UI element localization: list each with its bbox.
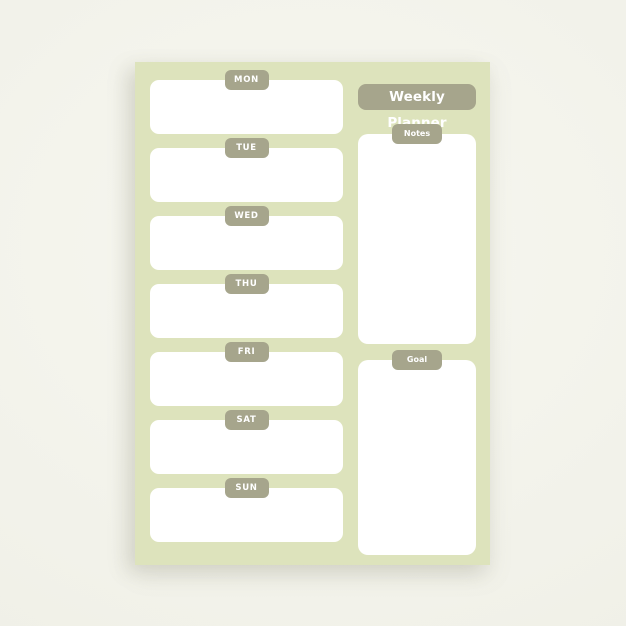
notes-panel: Notes xyxy=(358,124,476,344)
day-label-thu: THU xyxy=(224,274,269,294)
side-column: Weekly Planner Notes Goal xyxy=(358,62,476,565)
notes-entry-box[interactable] xyxy=(358,134,476,344)
goal-panel: Goal xyxy=(358,350,476,555)
day-label-sat: SAT xyxy=(224,410,269,430)
day-label-wed: WED xyxy=(224,206,269,226)
day-label-mon: MON xyxy=(224,70,269,90)
page-title: Weekly Planner xyxy=(358,84,476,131)
day-label-sun: SUN xyxy=(224,478,269,498)
day-label-fri: FRI xyxy=(224,342,269,362)
goal-entry-box[interactable] xyxy=(358,360,476,555)
planner-sheet: MON TUE WED THU FRI SAT SUN Weekly Plann… xyxy=(135,62,490,565)
day-label-tue: TUE xyxy=(224,138,269,158)
days-column: MON TUE WED THU FRI SAT SUN xyxy=(150,62,343,565)
goal-label: Goal xyxy=(392,350,442,370)
notes-label: Notes xyxy=(392,124,442,144)
